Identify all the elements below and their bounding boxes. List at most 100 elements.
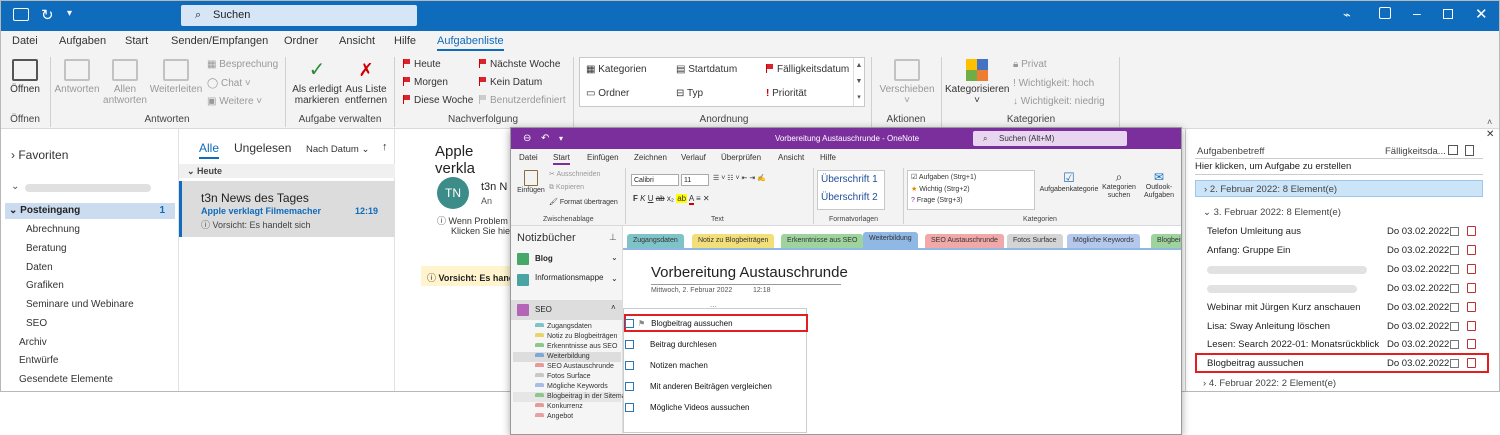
chat-button[interactable]: ◯ Chat ˅ [207,78,251,89]
copy-button[interactable]: ⧉ Kopieren [549,184,584,192]
arrange-folder[interactable]: ▭ Ordner [586,88,629,99]
tab-zeichnen[interactable]: Zeichnen [634,153,667,162]
tab-unread[interactable]: Ungelesen [234,141,291,155]
back-icon[interactable]: ⊖ [523,128,531,149]
gallery-scroll[interactable]: ▲ ▼ ▾ [853,58,864,106]
flag-this-week-button[interactable]: Diese Woche [403,95,473,106]
move-button[interactable]: Verschieben ˅ [877,59,937,106]
more-button[interactable]: ▣ Weitere ˅ [207,96,262,107]
high-importance-button[interactable]: ! Wichtigkeit: hoch [1013,78,1094,89]
task-flag-icon[interactable] [1467,358,1476,368]
task-row-redacted[interactable] [1207,266,1367,274]
ribbon-display-icon[interactable] [1379,7,1391,19]
outlook-tasks-button[interactable]: ✉ Outlook-Aufgaben [1139,170,1179,200]
folder-item[interactable]: Seminare und Webinare [26,299,134,310]
notebook-seo[interactable]: SEO ˄ [511,300,623,320]
tab-datei[interactable]: Datei [12,35,38,47]
mail-icon[interactable] [13,8,29,21]
mark-done-button[interactable]: ✓ Als erledigt markieren [291,59,343,106]
arrange-due-date[interactable]: Fälligkeitsdatum [766,64,849,75]
tab-verlauf[interactable]: Verlauf [681,153,706,162]
font-size-select[interactable]: 11 [681,174,709,186]
task-flag-icon[interactable] [1467,264,1476,274]
page-title[interactable]: Vorbereitung Austauschrunde [651,264,848,281]
task-group-header[interactable]: › 2. Februar 2022: 8 Element(e) [1195,180,1483,197]
folder-item[interactable]: Grafiken [26,280,64,291]
close-pane-icon[interactable]: ✕ [1486,129,1494,140]
folder-item[interactable]: Abrechnung [26,224,80,235]
task-flag-icon[interactable] [1467,283,1476,293]
chevron-down-icon[interactable]: ⌄ [11,181,19,192]
section-item[interactable]: SEO Austauschrunde [535,363,614,370]
section-item[interactable]: Konkurrenz [535,403,583,410]
task-flag-icon[interactable] [1467,339,1476,349]
task-checkbox[interactable] [1450,284,1459,293]
task-category-button[interactable]: ☑ Aufgabenkategorie [1039,170,1099,193]
task-row[interactable]: Anfang: Gruppe Ein [1207,245,1290,256]
task-checkbox[interactable] [1450,359,1459,368]
low-importance-button[interactable]: ↓ Wichtigkeit: niedrig [1013,96,1105,107]
favorites-header[interactable]: › Favoriten [11,148,68,162]
folder-item[interactable]: Daten [26,262,53,273]
folder-item[interactable]: Beratung [26,243,67,254]
search-input[interactable]: ⌕ Suchen [181,5,417,26]
format-painter-button[interactable]: 🖌︎ Format übertragen [549,198,618,206]
notebooks-header[interactable]: Notizbücher [517,232,576,244]
todo-item[interactable]: Mögliche Videos aussuchen [625,403,749,412]
paste-button[interactable]: Einfügen [517,170,545,194]
tab-ordner[interactable]: Ordner [284,35,318,47]
task-group-header[interactable]: › 4. Februar 2022: 2 Element(e) [1195,375,1483,391]
todo-item[interactable]: Mit anderen Beiträgen vergleichen [625,382,772,391]
col-header-complete-icon[interactable] [1448,145,1458,155]
open-button[interactable]: Öffnen [7,59,43,95]
task-row[interactable]: Lisa: Sway Anleitung löschen [1207,321,1330,332]
avatar[interactable]: TN [437,177,469,209]
forward-button[interactable]: Weiterleiten [149,59,203,95]
section-item[interactable]: Zugangsdaten [535,323,592,330]
coming-soon-icon[interactable]: ⌁ [1343,7,1351,23]
tab-ueberpruefen[interactable]: Überprüfen [721,153,761,162]
remove-from-list-button[interactable]: ✗ Aus Liste entfernen [343,59,389,106]
tab-all[interactable]: Alle [199,141,220,159]
task-checkbox[interactable] [1450,227,1459,236]
account-name-redacted[interactable] [25,184,151,192]
task-checkbox[interactable] [1450,322,1459,331]
flag-next-week-button[interactable]: Nächste Woche [479,59,560,70]
task-row[interactable]: Lesen: Search 2022-01: Monatsrückblick [1207,339,1379,350]
todo-checkbox[interactable] [625,382,634,391]
section-tab[interactable]: Notiz zu Blogbeiträgen [692,234,775,248]
pin-icon[interactable]: ⊥ [609,232,617,243]
todo-item[interactable]: ⚑ Blogbeitrag aussuchen [625,319,733,328]
arrangement-gallery[interactable]: ▦ Kategorien ▤ Startdatum Fälligkeitsdat… [579,57,865,107]
tab-start[interactable]: Start [553,153,570,165]
private-button[interactable]: 🔒︎ Privat [1013,59,1047,70]
todo-checkbox[interactable] [625,340,634,349]
tab-aufgabenliste[interactable]: Aufgabenliste [437,35,504,51]
section-item[interactable]: Notiz zu Blogbeiträgen [535,333,617,340]
arrange-type[interactable]: ⊟ Typ [676,88,703,99]
section-tab[interactable]: Blogbeit [1151,234,1181,248]
folder-sent[interactable]: Gesendete Elemente [19,374,113,385]
todo-item[interactable]: Notizen machen [625,361,708,370]
folder-drafts[interactable]: Entwürfe [19,355,58,366]
section-item[interactable]: Mögliche Keywords [535,383,608,390]
sort-dropdown[interactable]: Nach Datum ⌄ [306,144,369,155]
tab-aufgaben[interactable]: Aufgaben [59,35,106,47]
close-icon[interactable]: ✕ [1475,5,1488,23]
section-item[interactable]: Weiterbildung [535,353,590,360]
tab-einfuegen[interactable]: Einfügen [587,153,619,162]
search-categories-button[interactable]: ⌕ Kategorien suchen [1101,170,1137,200]
task-row-redacted[interactable] [1207,285,1357,293]
notebook-blog[interactable]: Blog ⌄ [511,250,623,268]
folder-item[interactable]: SEO [26,318,47,329]
task-flag-icon[interactable] [1467,302,1476,312]
style-heading-1[interactable]: Überschrift 1 [821,174,878,185]
task-flag-icon[interactable] [1467,245,1476,255]
task-row[interactable]: Telefon Umleitung aus [1207,226,1301,237]
cut-button[interactable]: ✂ Ausschneiden [549,170,600,178]
todo-checkbox[interactable] [625,319,634,328]
folder-inbox[interactable]: ⌄ Posteingang 1 [5,203,175,219]
notebook-info[interactable]: Informationsmappe ⌄ [511,271,623,299]
mail-item[interactable]: t3n News des Tages Apple verklagt Filmem… [179,181,395,237]
sync-icon[interactable]: ↻ [41,6,54,24]
